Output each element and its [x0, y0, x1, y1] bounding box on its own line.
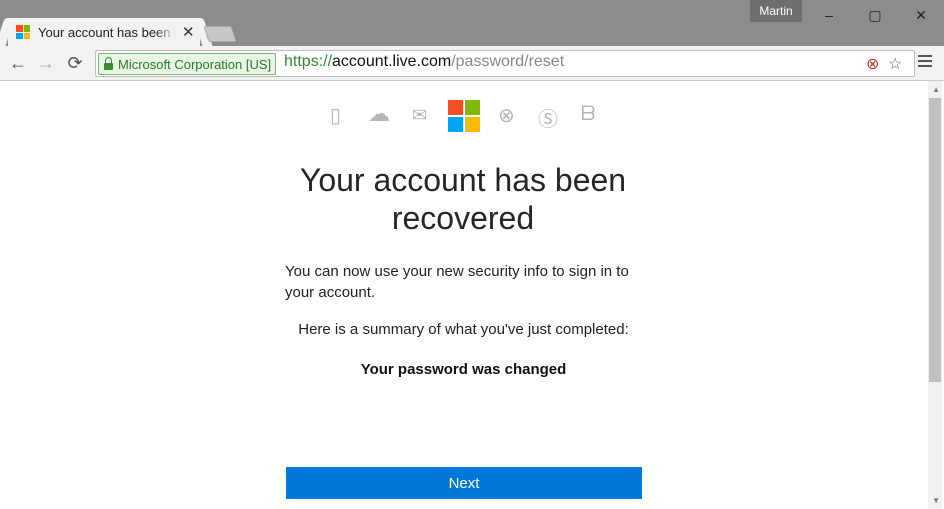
onedrive-icon: ☁ — [368, 101, 390, 126]
close-window-button[interactable]: ✕ — [898, 0, 944, 30]
maximize-button[interactable]: ▢ — [852, 0, 898, 30]
page-title: Your account has been recovered — [299, 162, 627, 236]
tab-active[interactable]: Your account has been recovered ✕ — [8, 18, 200, 46]
forward-arrow-icon[interactable]: → — [34, 51, 58, 75]
browser-titlebar: Your account has been recovered ✕ Martin… — [0, 0, 944, 46]
extension-icon[interactable]: ⊗ — [866, 54, 879, 74]
browser-toolbar: ← → ⟳ Microsoft Corporation [US] https:/… — [0, 46, 944, 81]
completed-item: Your password was changed — [360, 361, 567, 378]
url-text[interactable]: https://account.live.com/password/reset — [284, 53, 564, 71]
xbox-icon: ⊗ — [498, 105, 515, 127]
ev-certificate-badge[interactable]: Microsoft Corporation [US] — [98, 53, 277, 75]
bookmark-star-icon[interactable]: ☆ — [888, 54, 902, 74]
next-button[interactable]: Next — [286, 467, 642, 499]
url-scheme: https:// — [284, 53, 333, 70]
outlook-icon: ✉ — [412, 105, 428, 125]
product-icons-row: ▯ ☁ ✉ ⊗ Ⓢ ᗷ — [0, 99, 926, 133]
page-viewport: ▯ ☁ ✉ ⊗ Ⓢ ᗷ Your account has been recove… — [0, 81, 944, 509]
microsoft-favicon-icon — [16, 25, 30, 39]
scroll-down-arrow-icon[interactable]: ▼ — [932, 496, 940, 505]
new-tab-button[interactable] — [203, 26, 237, 42]
url-host: account.live.com — [332, 53, 452, 70]
bing-icon: ᗷ — [581, 103, 596, 125]
url-path: /password/reset — [451, 53, 565, 70]
profile-button[interactable]: Martin — [750, 0, 802, 22]
microsoft-logo-icon — [448, 100, 480, 132]
tab-title: Your account has been recovered — [38, 24, 176, 40]
summary-label: Here is a summary of what you've just co… — [298, 321, 629, 338]
intro-text: You can now use your new security info t… — [285, 263, 629, 301]
reload-icon[interactable]: ⟳ — [63, 51, 87, 75]
tab-close-icon[interactable]: ✕ — [182, 23, 195, 41]
chrome-menu-icon[interactable] — [918, 55, 932, 70]
lock-icon — [104, 56, 113, 70]
ev-organization-label: Microsoft Corporation [US] — [118, 56, 272, 72]
scrollbar-thumb[interactable] — [929, 98, 941, 382]
back-arrow-icon[interactable]: ← — [6, 51, 30, 75]
minimize-button[interactable]: – — [806, 0, 852, 30]
skype-icon: Ⓢ — [538, 109, 558, 131]
scroll-up-arrow-icon[interactable]: ▲ — [932, 85, 940, 94]
office-icon: ▯ — [330, 105, 342, 127]
address-bar[interactable]: Microsoft Corporation [US] https://accou… — [95, 50, 915, 77]
